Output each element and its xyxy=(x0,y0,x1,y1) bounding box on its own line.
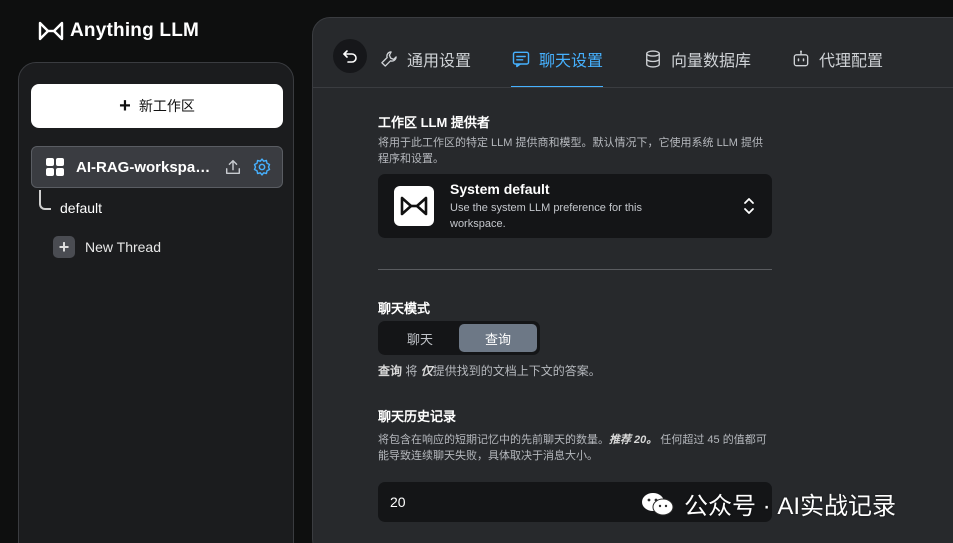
watermark: 公众号 · AI实战记录 xyxy=(640,486,896,521)
thread-item-default[interactable]: default xyxy=(60,200,102,216)
chevron-up-down-icon xyxy=(744,198,754,214)
chat-mode-title: 聊天模式 xyxy=(378,301,431,316)
new-thread-button[interactable]: + New Thread xyxy=(53,236,161,258)
mode-desc-prefix: 查询 xyxy=(378,364,403,378)
settings-tabs: 通用设置 聊天设置 向量数据库 代理配置 xyxy=(379,42,923,88)
app-name: Anything LLM xyxy=(70,20,200,41)
llm-option-title: System default xyxy=(450,180,550,197)
anything-llm-logo-icon xyxy=(394,186,434,226)
tab-general-settings[interactable]: 通用设置 xyxy=(379,42,471,76)
database-icon xyxy=(646,50,660,68)
chat-mode-toggle: 聊天 查询 xyxy=(378,321,540,355)
llm-provider-title: 工作区 LLM 提供者 xyxy=(378,115,490,130)
back-button[interactable] xyxy=(333,39,367,73)
mode-desc-em: 仅 xyxy=(420,364,433,378)
chat-mode-option-query[interactable]: 查询 xyxy=(459,324,537,352)
workspace-item[interactable]: AI-RAG-workspac… xyxy=(31,146,283,188)
sidebar: + 新工作区 AI-RAG-workspac… default + New Th… xyxy=(18,62,294,543)
thread-connector xyxy=(39,190,51,210)
mode-desc-mid: 将 xyxy=(402,364,421,378)
wrench-icon xyxy=(381,51,397,67)
chat-history-description: 将包含在响应的短期记忆中的先前聊天的数量。推荐 20。 任何超过 45 的值都可… xyxy=(378,432,772,464)
robot-icon xyxy=(793,50,809,67)
upload-icon[interactable] xyxy=(224,158,242,176)
llm-provider-description: 将用于此工作区的特定 LLM 提供商和模型。默认情况下，它使用系统 LLM 提供… xyxy=(378,137,764,165)
tab-agent-config[interactable]: 代理配置 xyxy=(791,42,883,76)
new-workspace-button[interactable]: + 新工作区 xyxy=(31,84,283,128)
new-thread-label: New Thread xyxy=(85,239,162,255)
hist-desc-em: 推荐 20。 xyxy=(609,434,658,446)
tab-label: 向量数据库 xyxy=(671,53,752,70)
tab-label: 通用设置 xyxy=(407,53,472,70)
app-logo: Anything LLM xyxy=(38,20,199,42)
llm-provider-select[interactable]: System default Use the system LLM prefer… xyxy=(378,174,772,238)
chat-icon xyxy=(512,51,530,68)
llm-option-subtitle: Use the system LLM preference for this w… xyxy=(450,201,642,230)
tab-chat-settings[interactable]: 聊天设置 xyxy=(511,42,604,88)
tab-label: 代理配置 xyxy=(819,53,884,70)
chat-mode-description: 查询 将 仅提供找到的文档上下文的答案。 xyxy=(378,362,601,379)
tab-vector-database[interactable]: 向量数据库 xyxy=(643,42,751,76)
wechat-icon xyxy=(642,492,674,515)
watermark-text: 公众号 · AI实战记录 xyxy=(684,493,897,520)
workspace-grid-icon xyxy=(46,158,64,176)
chat-settings-content: 工作区 LLM 提供者 将用于此工作区的特定 LLM 提供商和模型。默认情况下，… xyxy=(378,112,772,522)
back-arrow-icon xyxy=(343,50,357,63)
new-workspace-label: 新工作区 xyxy=(138,98,195,114)
chat-mode-option-chat[interactable]: 聊天 xyxy=(381,324,459,352)
settings-panel: 通用设置 聊天设置 向量数据库 代理配置 工作区 LLM 提供者 将用于此工作区… xyxy=(312,17,953,543)
chat-history-title: 聊天历史记录 xyxy=(378,409,457,424)
plus-icon: + xyxy=(119,95,131,117)
tab-label: 聊天设置 xyxy=(539,53,604,70)
section-divider xyxy=(378,269,772,270)
plus-icon: + xyxy=(53,236,75,258)
hist-desc-part1: 将包含在响应的短期记忆中的先前聊天的数量。 xyxy=(378,434,609,446)
tabs-divider xyxy=(313,87,953,88)
anything-llm-logo-icon xyxy=(38,21,64,41)
mode-desc-suffix: 提供找到的文档上下文的答案。 xyxy=(432,364,601,378)
gear-icon[interactable] xyxy=(252,157,272,177)
workspace-name: AI-RAG-workspac… xyxy=(76,158,218,176)
